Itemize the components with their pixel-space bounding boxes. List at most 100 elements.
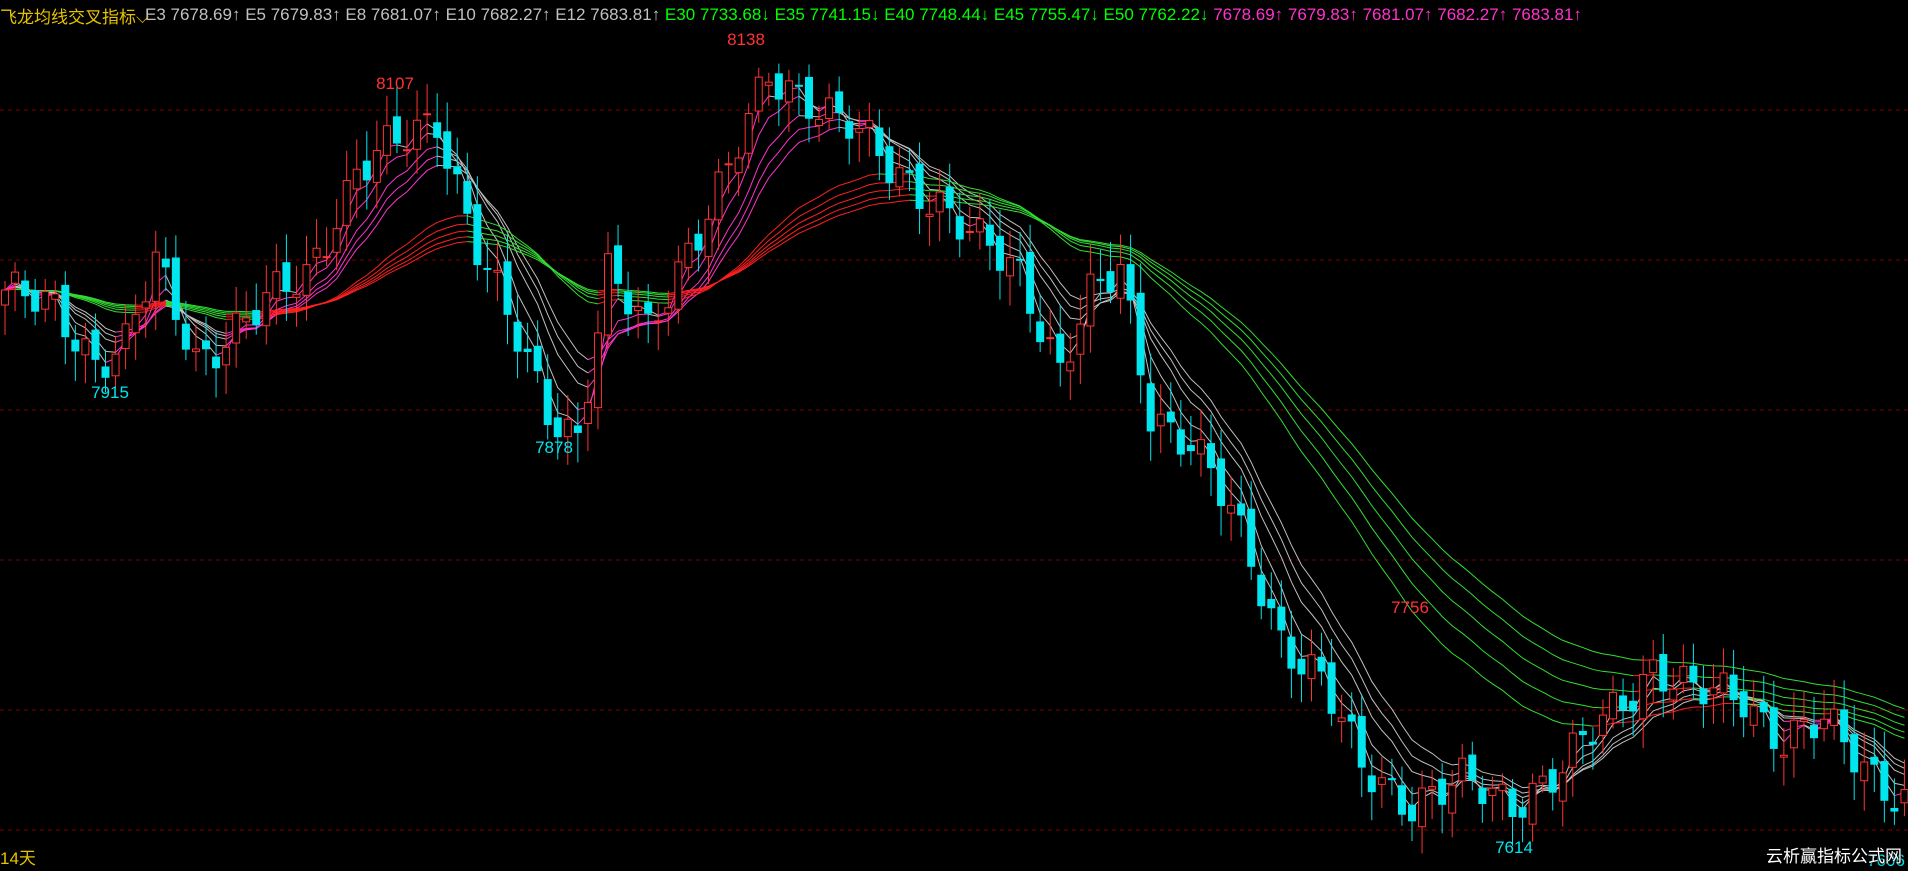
candle-body xyxy=(604,253,612,336)
candle-body xyxy=(101,366,110,378)
candle-body xyxy=(583,401,592,425)
candle-body xyxy=(1006,257,1014,277)
candle-body xyxy=(151,251,160,302)
candle-body xyxy=(1327,662,1336,714)
candlestick-chart: E3 7678.69↑ E5 7679.83↑ E8 7681.07↑ E10 … xyxy=(0,5,1908,870)
candle-body xyxy=(835,91,844,114)
candle-body xyxy=(503,261,512,315)
candle-body xyxy=(1659,654,1668,692)
candle-body xyxy=(543,379,552,426)
candle-body xyxy=(1166,411,1175,423)
candle-body xyxy=(352,168,361,190)
candle-body xyxy=(714,171,723,221)
candle-body xyxy=(302,264,311,296)
candle-body xyxy=(1116,264,1125,299)
candle-body xyxy=(1,289,9,306)
ma-line-e5-8 xyxy=(577,313,649,411)
candle-body xyxy=(1277,606,1286,631)
ma-value-7: E40 7748.44↓ xyxy=(884,5,994,24)
candle-body xyxy=(111,353,120,377)
ma-value-11: 7679.83↑ xyxy=(1288,5,1363,24)
annotation-high-0: 8107 xyxy=(376,74,414,93)
ma-value-6: E35 7741.15↓ xyxy=(775,5,885,24)
candle-body xyxy=(975,218,984,233)
candle-body xyxy=(1739,691,1748,718)
candle-body xyxy=(945,186,954,209)
candle-body xyxy=(1890,807,1899,812)
candle-body xyxy=(493,269,502,273)
candle-body xyxy=(181,323,190,350)
indicator-title[interactable]: 飞龙均线交叉指标⌵ xyxy=(0,3,149,28)
candle-body xyxy=(1377,777,1386,785)
candle-body xyxy=(282,262,291,292)
candle-body xyxy=(332,228,341,253)
candle-body xyxy=(805,76,813,119)
candle-body xyxy=(433,122,442,138)
candle-body xyxy=(1558,772,1567,802)
candle-body xyxy=(252,310,261,326)
candle-body xyxy=(784,80,793,103)
ma-line-e45-11 xyxy=(939,195,1634,677)
candle-body xyxy=(744,113,753,154)
candle-body xyxy=(684,242,693,269)
ma-line-e3-25 xyxy=(979,222,1785,811)
candle-body xyxy=(342,180,351,227)
candle-body xyxy=(1588,741,1597,745)
chevron-down-icon[interactable]: ⌵ xyxy=(136,8,149,27)
candle-body xyxy=(11,271,20,284)
candle-body xyxy=(965,230,974,233)
candle-body xyxy=(1317,656,1326,672)
candle-body xyxy=(855,128,864,133)
period-label: 14天 xyxy=(0,849,36,868)
candle-body xyxy=(1448,784,1457,814)
candle-body xyxy=(1568,732,1577,768)
ma-value-0: E3 7678.69↑ xyxy=(145,5,245,24)
candle-body xyxy=(1749,705,1758,726)
candle-body xyxy=(1779,754,1788,758)
candle-body xyxy=(1287,636,1296,669)
candle-body xyxy=(704,218,713,257)
ma-line-e50-5 xyxy=(467,241,599,292)
candle-body xyxy=(1106,271,1115,293)
ma-value-13: 7682.27↑ xyxy=(1437,5,1512,24)
candle-body xyxy=(413,119,422,150)
candle-body xyxy=(1488,787,1497,796)
candle-body xyxy=(1247,508,1256,567)
candle-body xyxy=(1458,757,1467,782)
candle-body xyxy=(1699,688,1708,705)
candle-body xyxy=(1900,789,1908,804)
candle-body xyxy=(1468,754,1477,781)
candle-body xyxy=(1297,658,1306,675)
candle-body xyxy=(242,317,251,323)
candle-body xyxy=(915,163,924,209)
candle-body xyxy=(41,290,50,310)
candle-body xyxy=(1679,665,1688,684)
candle-body xyxy=(483,267,492,270)
candle-body xyxy=(1227,504,1236,514)
ma-value-8: E45 7755.47↓ xyxy=(994,5,1104,24)
candle-body xyxy=(634,306,643,311)
candle-body xyxy=(71,339,80,352)
candle-body xyxy=(563,418,572,438)
candle-body xyxy=(141,301,150,309)
candle-body xyxy=(1086,273,1095,327)
annotation-low-4: 7878 xyxy=(535,438,573,457)
ma-line-e30-13 xyxy=(909,173,1593,727)
candle-body xyxy=(925,213,934,218)
indicator-name: 飞龙均线交叉指标 xyxy=(0,8,136,27)
candle-body xyxy=(1669,688,1678,701)
candle-body xyxy=(724,163,733,166)
candle-body xyxy=(121,323,130,350)
annotation-high-2: 7756 xyxy=(1391,598,1429,617)
candle-body xyxy=(1136,292,1145,376)
candle-body xyxy=(161,258,170,268)
candle-body xyxy=(1769,707,1778,749)
candle-body xyxy=(624,291,633,315)
candle-body xyxy=(995,235,1004,271)
annotation-high-1: 8138 xyxy=(727,30,765,49)
ma-line-e12-11 xyxy=(869,127,1815,789)
candle-body xyxy=(573,425,582,433)
candle-body xyxy=(734,157,743,174)
candle-body xyxy=(1146,383,1155,432)
ma-value-2: E8 7681.07↑ xyxy=(345,5,445,24)
